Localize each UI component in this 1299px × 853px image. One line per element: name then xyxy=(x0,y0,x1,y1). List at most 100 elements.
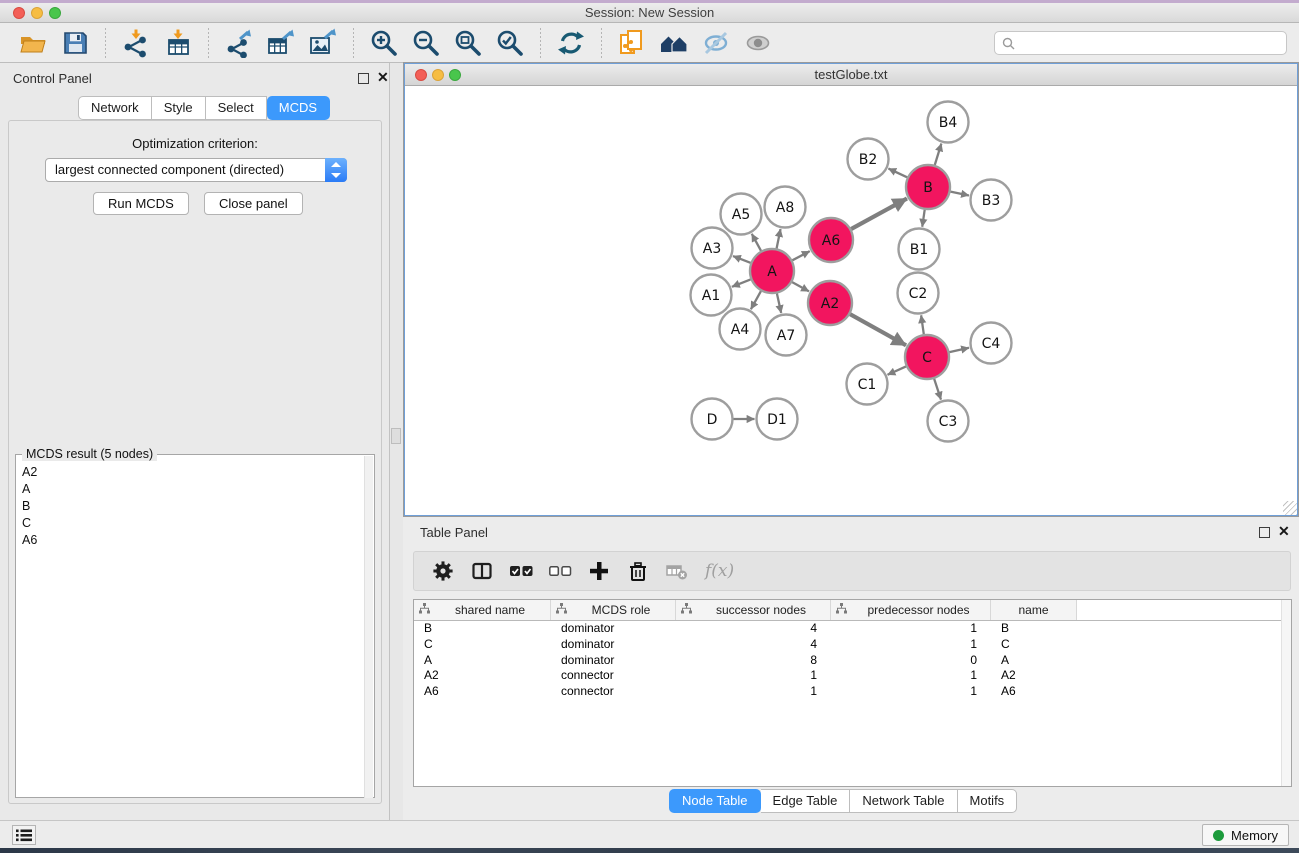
node-B[interactable]: B xyxy=(906,165,950,209)
export-table-icon[interactable] xyxy=(265,27,297,59)
node-A7[interactable]: A7 xyxy=(766,315,807,356)
result-item[interactable]: A2 xyxy=(16,463,364,480)
column-header-MCDS-role[interactable]: MCDS role xyxy=(551,600,676,620)
close-window-button[interactable] xyxy=(13,7,25,19)
search-box[interactable] xyxy=(994,31,1287,55)
column-header-shared-name[interactable]: shared name xyxy=(414,600,551,620)
node-C1[interactable]: C1 xyxy=(847,364,888,405)
toggle-visibility-icon[interactable] xyxy=(700,27,732,59)
table-row[interactable]: Adominator80A xyxy=(414,653,1291,669)
edge-A-A7[interactable] xyxy=(777,293,781,313)
zoom-window-button[interactable] xyxy=(49,7,61,19)
float-panel-icon[interactable] xyxy=(358,73,369,84)
node-B4[interactable]: B4 xyxy=(928,102,969,143)
table-row[interactable]: Bdominator41B xyxy=(414,621,1291,637)
edge-C-C2[interactable] xyxy=(921,315,924,334)
refresh-icon[interactable] xyxy=(555,27,587,59)
zoom-fit-icon[interactable] xyxy=(452,27,484,59)
tab-mcds[interactable]: MCDS xyxy=(267,96,330,120)
node-C4[interactable]: C4 xyxy=(971,323,1012,364)
open-session-icon[interactable] xyxy=(17,27,49,59)
network-canvas[interactable]: B4B2BB3A5A8A6B1A3AC2A1A2A4A7C4CC1C3DD1 xyxy=(405,87,1297,515)
tab-network-table[interactable]: Network Table xyxy=(850,789,957,813)
float-table-panel-icon[interactable] xyxy=(1259,527,1270,538)
split-view-icon[interactable] xyxy=(471,560,494,582)
node-A5[interactable]: A5 xyxy=(721,194,762,235)
table-row[interactable]: A2connector11A2 xyxy=(414,668,1291,684)
zoom-in-icon[interactable] xyxy=(368,27,400,59)
add-column-icon[interactable] xyxy=(588,560,611,582)
edge-A-A1[interactable] xyxy=(732,279,751,286)
resize-grip-icon[interactable] xyxy=(1283,501,1297,515)
close-panel-button[interactable]: Close panel xyxy=(204,192,303,215)
deselect-all-icon[interactable] xyxy=(549,560,572,582)
edge-C-C1[interactable] xyxy=(888,366,907,374)
result-item[interactable]: C xyxy=(16,514,364,531)
edge-A-A2[interactable] xyxy=(792,282,809,291)
node-A8[interactable]: A8 xyxy=(765,187,806,228)
result-scrollbar[interactable] xyxy=(364,456,373,798)
column-header-predecessor-nodes[interactable]: predecessor nodes xyxy=(831,600,991,620)
minimize-view-button[interactable] xyxy=(432,69,444,81)
close-view-button[interactable] xyxy=(415,69,427,81)
node-A2[interactable]: A2 xyxy=(808,281,852,325)
node-A[interactable]: A xyxy=(750,249,794,293)
node-A4[interactable]: A4 xyxy=(720,309,761,350)
tab-edge-table[interactable]: Edge Table xyxy=(761,789,851,813)
column-header-name[interactable]: name xyxy=(991,600,1077,620)
import-table-icon[interactable] xyxy=(162,27,194,59)
settings-icon[interactable] xyxy=(432,560,455,582)
task-history-button[interactable] xyxy=(12,825,36,845)
node-C[interactable]: C xyxy=(905,335,949,379)
edge-A-A6[interactable] xyxy=(792,251,809,260)
close-panel-icon[interactable]: ✕ xyxy=(377,72,389,83)
zoom-view-button[interactable] xyxy=(449,69,461,81)
table-row[interactable]: A6connector11A6 xyxy=(414,684,1291,700)
edge-A-A3[interactable] xyxy=(733,256,751,263)
column-header-successor-nodes[interactable]: successor nodes xyxy=(676,600,831,620)
node-D1[interactable]: D1 xyxy=(757,399,798,440)
table-scrollbar[interactable] xyxy=(1281,600,1291,786)
edge-C-C3[interactable] xyxy=(934,379,941,400)
node-A3[interactable]: A3 xyxy=(692,228,733,269)
network-window-titlebar[interactable]: testGlobe.txt xyxy=(405,64,1297,86)
edge-B-B4[interactable] xyxy=(935,144,942,166)
export-image-icon[interactable] xyxy=(307,27,339,59)
criterion-dropdown[interactable]: largest connected component (directed) xyxy=(45,158,347,182)
edge-A2-C[interactable] xyxy=(850,314,906,345)
zoom-out-icon[interactable] xyxy=(410,27,442,59)
delete-column-icon[interactable] xyxy=(627,560,650,582)
node-A6[interactable]: A6 xyxy=(809,218,853,262)
table-row[interactable]: Cdominator41C xyxy=(414,637,1291,653)
houses-icon[interactable] xyxy=(658,27,690,59)
minimize-window-button[interactable] xyxy=(31,7,43,19)
result-item[interactable]: B xyxy=(16,497,364,514)
tab-node-table[interactable]: Node Table xyxy=(669,789,761,813)
edge-B-B3[interactable] xyxy=(951,192,969,196)
save-session-icon[interactable] xyxy=(59,27,91,59)
result-item[interactable]: A xyxy=(16,480,364,497)
zoom-selected-icon[interactable] xyxy=(494,27,526,59)
run-mcds-button[interactable]: Run MCDS xyxy=(93,192,189,215)
result-item[interactable]: A6 xyxy=(16,531,364,548)
tab-style[interactable]: Style xyxy=(152,96,206,120)
edge-A-A5[interactable] xyxy=(752,234,761,251)
edge-A6-B[interactable] xyxy=(851,199,907,229)
node-C2[interactable]: C2 xyxy=(898,273,939,314)
node-A1[interactable]: A1 xyxy=(691,275,732,316)
edge-A-A8[interactable] xyxy=(777,229,781,248)
edge-A-A4[interactable] xyxy=(751,291,761,309)
edge-B-B2[interactable] xyxy=(888,169,907,178)
memory-button[interactable]: Memory xyxy=(1202,824,1289,846)
node-B3[interactable]: B3 xyxy=(971,180,1012,221)
app-titlebar[interactable]: Session: New Session xyxy=(0,3,1299,23)
vertical-splitter-grip[interactable] xyxy=(391,428,401,444)
edge-C-C4[interactable] xyxy=(949,348,969,352)
tab-network[interactable]: Network xyxy=(78,96,152,120)
edge-B-B1[interactable] xyxy=(922,210,924,227)
node-D[interactable]: D xyxy=(692,399,733,440)
search-input[interactable] xyxy=(1020,36,1279,51)
node-C3[interactable]: C3 xyxy=(928,401,969,442)
tab-select[interactable]: Select xyxy=(206,96,267,120)
node-B2[interactable]: B2 xyxy=(848,139,889,180)
